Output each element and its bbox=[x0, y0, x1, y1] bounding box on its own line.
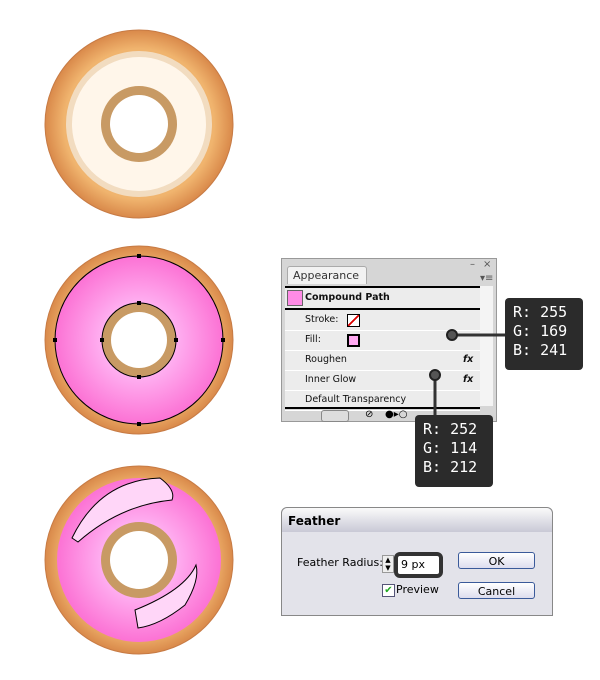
cancel-button[interactable]: Cancel bbox=[458, 582, 535, 599]
object-swatch bbox=[287, 290, 303, 306]
clear-appearance-icon[interactable]: ⊘ bbox=[365, 409, 373, 420]
row-label: Compound Path bbox=[305, 292, 390, 303]
red-value: R: 255 bbox=[513, 303, 568, 321]
row-label: Inner Glow bbox=[305, 374, 357, 385]
row-label: Stroke: bbox=[305, 314, 339, 325]
donut-pink-icing-path bbox=[44, 245, 234, 435]
blue-value: B: 241 bbox=[513, 341, 568, 359]
blue-value: B: 212 bbox=[423, 458, 478, 476]
reduce-to-basic-icon[interactable]: ●▸○ bbox=[385, 409, 407, 420]
fill-swatch[interactable] bbox=[347, 334, 360, 347]
stroke-none-swatch[interactable] bbox=[347, 314, 360, 327]
glow-color-tooltip: R: 252 G: 114 B: 212 bbox=[415, 415, 493, 487]
panel-menu-icon[interactable]: ▾≡ bbox=[480, 273, 493, 284]
minimize-button[interactable]: – bbox=[470, 259, 475, 270]
row-label: Roughen bbox=[305, 354, 347, 365]
red-value: R: 252 bbox=[423, 420, 478, 438]
donut-pink-highlights bbox=[44, 465, 234, 655]
feather-dialog: Feather Feather Radius: ▲ ▼ 9 px ✔ Previe… bbox=[281, 507, 553, 616]
callout-lines bbox=[446, 329, 506, 341]
radius-stepper[interactable]: ▲ ▼ bbox=[382, 555, 394, 573]
green-value: G: 114 bbox=[423, 439, 478, 457]
tab-appearance[interactable]: Appearance × bbox=[287, 266, 367, 300]
donut-plain-icing bbox=[44, 29, 234, 219]
feather-radius-input[interactable]: 9 px bbox=[394, 552, 443, 578]
ok-button[interactable]: OK bbox=[458, 552, 535, 569]
preview-checkbox[interactable]: ✔ bbox=[382, 584, 395, 597]
tab-label: Appearance bbox=[293, 269, 360, 282]
donut-illustrations bbox=[44, 29, 234, 655]
compound-path-row[interactable]: Compound Path bbox=[285, 288, 480, 310]
new-art-basic-appearance-icon[interactable] bbox=[321, 410, 349, 422]
close-button[interactable]: × bbox=[483, 259, 491, 270]
fill-color-tooltip: R: 255 G: 169 B: 241 bbox=[505, 298, 583, 370]
green-value: G: 169 bbox=[513, 322, 568, 340]
preview-label: Preview bbox=[396, 583, 439, 596]
callout-line-2 bbox=[429, 369, 441, 420]
dialog-title: Feather bbox=[282, 508, 552, 532]
feather-radius-label: Feather Radius: bbox=[297, 556, 383, 569]
row-label: Fill: bbox=[305, 334, 321, 345]
